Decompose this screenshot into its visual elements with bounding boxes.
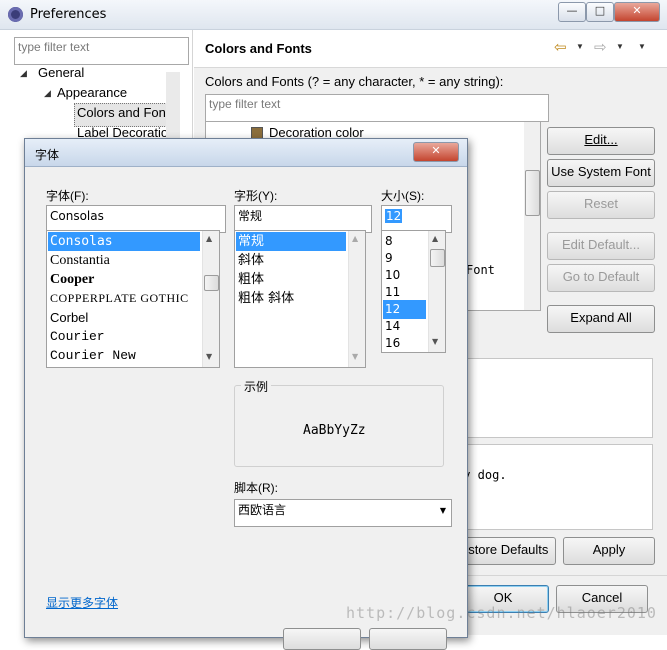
forward-arrow-icon[interactable]: ⇨	[594, 38, 607, 56]
window-title: Preferences	[30, 7, 107, 22]
minimize-button[interactable]: —	[558, 2, 586, 22]
font-size-list[interactable]: 8 9 10 11 12 14 16 ▲ ▼	[381, 230, 446, 353]
font-dialog-cancel-button[interactable]	[369, 628, 447, 650]
scroll-up-icon[interactable]: ▲	[432, 234, 438, 243]
expand-all-button[interactable]: Expand All	[547, 305, 655, 333]
font-style-label: 字形(Y):	[234, 189, 278, 203]
font-size-value: 12	[385, 209, 403, 223]
scroll-up-icon[interactable]: ▲	[206, 234, 212, 243]
tree-filter-input[interactable]: type filter text	[14, 37, 189, 65]
sample-group: 示例 AaBbYyZz	[234, 378, 444, 467]
scroll-up-icon[interactable]: ▲	[352, 234, 358, 243]
font-dialog: 字体 ✕ 字体(F): Consolas Consolas Constantia…	[24, 138, 468, 650]
font-style-list[interactable]: 常规 斜体 粗体 粗体 斜体 ▲ ▼	[234, 230, 366, 368]
font-option-corbel[interactable]: Corbel	[48, 308, 88, 327]
tree-vscroll[interactable]	[524, 122, 540, 310]
scroll-down-icon[interactable]: ▼	[352, 352, 358, 361]
font-family-label: 字体(F):	[46, 189, 89, 203]
chevron-down-icon[interactable]: ▼	[616, 42, 624, 51]
tree-item-general[interactable]: General	[38, 65, 84, 80]
font-dialog-titlebar: 字体 ✕	[25, 139, 467, 167]
tree-item-colors-and-fonts[interactable]: Colors and Fonts	[74, 103, 173, 127]
font-option-copperplate[interactable]: COPPERPLATE GOTHIC	[48, 289, 189, 308]
font-size-input[interactable]: 12	[381, 205, 452, 233]
back-arrow-icon[interactable]: ⇦	[554, 38, 567, 56]
apply-button[interactable]: Apply	[563, 537, 655, 565]
maximize-button[interactable]: □	[586, 2, 614, 22]
scroll-down-icon[interactable]: ▼	[432, 337, 438, 346]
font-list-scrollbar[interactable]: ▲ ▼	[202, 231, 219, 367]
go-to-default-button[interactable]: Go to Default	[547, 264, 655, 292]
script-select[interactable]: 西欧语言 ▼	[234, 499, 452, 527]
font-dialog-title: 字体	[35, 148, 60, 162]
style-option-italic[interactable]: 斜体	[236, 251, 264, 270]
font-option-consolas[interactable]: Consolas	[48, 232, 200, 251]
scroll-thumb[interactable]	[525, 170, 540, 216]
style-option-bold-italic[interactable]: 粗体 斜体	[236, 289, 294, 308]
chevron-down-icon: ▼	[439, 506, 446, 515]
font-style-input[interactable]: 常规	[234, 205, 372, 233]
size-option[interactable]: 16	[383, 334, 400, 352]
tree-item-text-font[interactable]: Font	[466, 263, 495, 277]
chevron-down-icon[interactable]: ▼	[576, 42, 584, 51]
tree-item-appearance[interactable]: Appearance	[57, 85, 127, 100]
expand-arrow-icon[interactable]: ◢	[20, 69, 27, 79]
scroll-thumb[interactable]	[204, 275, 219, 291]
scroll-thumb[interactable]	[430, 249, 445, 267]
font-option-constantia[interactable]: Constantia	[48, 251, 110, 270]
scroll-down-icon[interactable]: ▼	[206, 352, 212, 361]
close-button[interactable]: ✕	[614, 2, 660, 22]
style-option-bold[interactable]: 粗体	[236, 270, 264, 289]
page-title: Colors and Fonts	[205, 41, 312, 56]
style-option-regular[interactable]: 常规	[236, 232, 346, 251]
script-value: 西欧语言	[238, 503, 287, 517]
font-option-cooper[interactable]: Cooper	[48, 270, 94, 289]
font-option-courier-new[interactable]: Courier New	[48, 346, 136, 365]
font-dialog-close-button[interactable]: ✕	[413, 142, 459, 162]
colors-filter-input[interactable]: type filter text	[205, 94, 549, 122]
script-label: 脚本(R):	[234, 481, 278, 495]
sample-text: AaBbYyZz	[303, 423, 366, 438]
font-dialog-ok-button[interactable]	[283, 628, 361, 650]
size-list-scrollbar[interactable]: ▲ ▼	[428, 231, 445, 352]
expand-arrow-icon[interactable]: ◢	[44, 89, 51, 99]
eclipse-app-icon	[8, 7, 23, 22]
font-family-list[interactable]: Consolas Constantia Cooper COPPERPLATE G…	[46, 230, 220, 368]
style-list-scrollbar[interactable]: ▲ ▼	[348, 231, 365, 367]
page-header: Colors and Fonts ⇦ ▼ ⇨ ▼ ▼	[194, 30, 667, 68]
edit-default-button[interactable]: Edit Default...	[547, 232, 655, 260]
watermark-text: http://blog.csdn.net/hlaoer2010	[346, 604, 657, 622]
font-family-input[interactable]: Consolas	[46, 205, 226, 233]
preferences-titlebar: Preferences — □ ✕	[0, 0, 667, 30]
edit-button[interactable]: Edit...	[547, 127, 655, 155]
use-system-font-button[interactable]: Use System Font	[547, 159, 655, 187]
page-description: Colors and Fonts (? = any character, * =…	[205, 74, 504, 89]
view-menu-icon[interactable]: ▼	[638, 42, 646, 51]
sample-label: 示例	[241, 378, 272, 395]
font-option-courier[interactable]: Courier	[48, 327, 105, 346]
show-more-fonts-link[interactable]: 显示更多字体	[46, 594, 118, 611]
font-size-label: 大小(S):	[381, 189, 425, 203]
reset-button[interactable]: Reset	[547, 191, 655, 219]
